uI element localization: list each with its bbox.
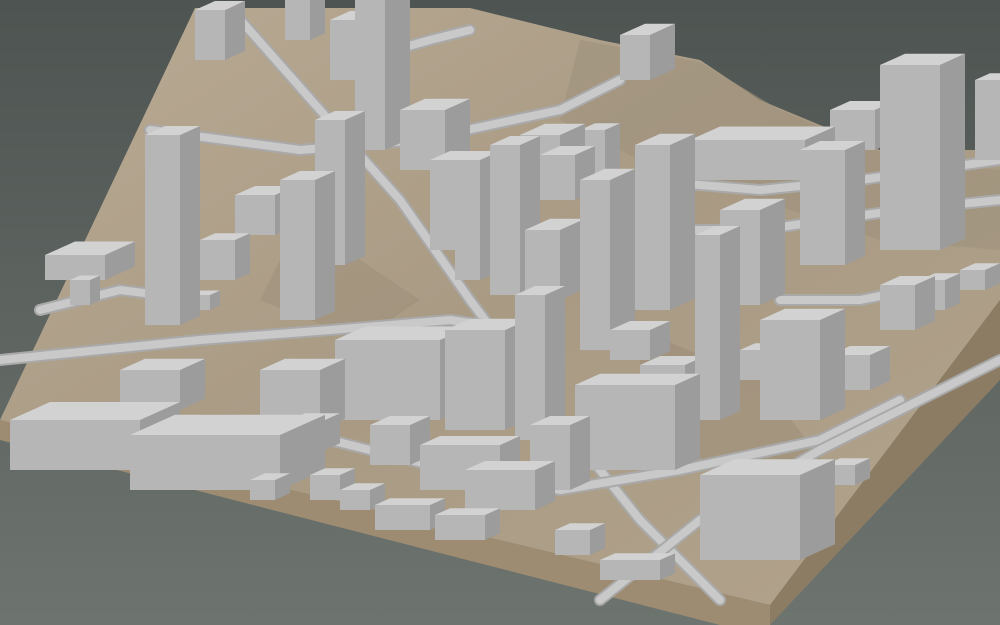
building-side-face — [225, 1, 245, 60]
building — [800, 141, 865, 265]
building-front-face — [280, 180, 315, 320]
building — [620, 23, 675, 80]
building-front-face — [960, 270, 985, 290]
building-front-face — [800, 150, 845, 265]
city-model-canvas — [0, 0, 1000, 625]
building-front-face — [10, 420, 140, 470]
building — [280, 171, 335, 320]
building — [600, 553, 675, 580]
building — [195, 1, 245, 60]
building-side-face — [820, 308, 845, 420]
building — [435, 508, 500, 540]
building-side-face — [760, 198, 785, 305]
building — [200, 233, 250, 280]
building-front-face — [340, 490, 370, 510]
building-front-face — [285, 0, 310, 40]
building-side-face — [675, 373, 700, 470]
building-front-face — [70, 280, 90, 305]
building — [70, 275, 100, 305]
building-front-face — [250, 480, 275, 500]
building-front-face — [975, 80, 1000, 160]
building-front-face — [880, 65, 940, 250]
building-front-face — [310, 475, 340, 500]
building-side-face — [800, 459, 835, 560]
building — [555, 523, 605, 555]
building-front-face — [435, 515, 485, 540]
city-model-scene — [0, 0, 1000, 625]
building-front-face — [700, 475, 800, 560]
building-side-face — [915, 276, 935, 330]
building-side-face — [90, 275, 100, 305]
building-front-face — [515, 295, 545, 440]
building-front-face — [580, 180, 610, 350]
building-front-face — [370, 425, 410, 465]
building-front-face — [465, 470, 535, 510]
building-front-face — [490, 145, 520, 295]
building — [130, 414, 325, 490]
building-side-face — [315, 171, 335, 320]
building-front-face — [880, 285, 915, 330]
building-front-face — [235, 195, 275, 235]
building-front-face — [610, 330, 650, 360]
building — [285, 0, 325, 40]
building-side-face — [940, 53, 965, 250]
building — [880, 53, 965, 250]
building-front-face — [635, 145, 670, 310]
building-front-face — [200, 240, 235, 280]
building-front-face — [145, 135, 180, 325]
building-side-face — [670, 133, 695, 310]
building-front-face — [690, 140, 805, 180]
building-front-face — [540, 155, 575, 200]
building — [880, 276, 935, 330]
building-front-face — [555, 530, 590, 555]
building — [145, 126, 200, 325]
building-side-face — [845, 141, 865, 265]
building-side-face — [720, 226, 740, 420]
building-side-face — [345, 111, 365, 265]
building-front-face — [760, 320, 820, 420]
building-side-face — [180, 126, 200, 325]
building-side-face — [570, 416, 590, 490]
building — [695, 226, 740, 420]
building — [975, 73, 1000, 160]
building — [610, 321, 670, 360]
building-front-face — [335, 340, 440, 420]
building-front-face — [455, 160, 480, 280]
building-front-face — [445, 330, 505, 430]
building-side-face — [235, 233, 250, 280]
building-side-face — [310, 0, 325, 40]
building — [700, 459, 835, 560]
building — [375, 498, 445, 530]
building — [465, 461, 555, 510]
building-front-face — [620, 35, 650, 80]
building-front-face — [600, 560, 660, 580]
building-front-face — [375, 505, 430, 530]
building — [760, 308, 845, 420]
building — [575, 373, 700, 470]
building — [635, 133, 695, 310]
building-front-face — [195, 10, 225, 60]
